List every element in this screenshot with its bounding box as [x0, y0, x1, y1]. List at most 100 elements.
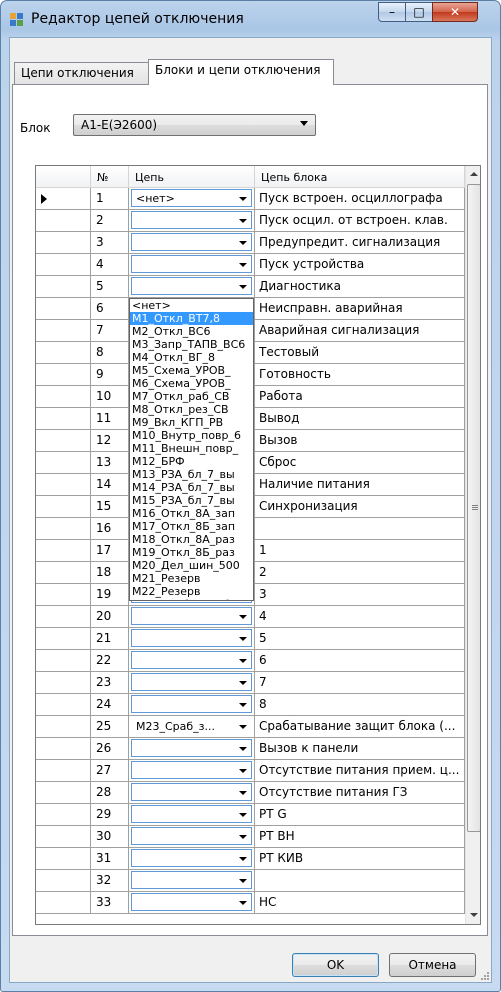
cell-block-chain[interactable]: Отсутствие питания прием. ц...: [255, 760, 465, 782]
chain-combobox[interactable]: [131, 607, 252, 625]
cell-block-chain[interactable]: PT КИВ: [255, 848, 465, 870]
dropdown-option[interactable]: M18_Откл_8А_раз: [130, 533, 253, 546]
row-header[interactable]: [36, 694, 91, 716]
dropdown-option[interactable]: M11_Внешн_повр_: [130, 442, 253, 455]
row-header[interactable]: [36, 364, 91, 386]
cell-chain[interactable]: [129, 694, 255, 716]
tab-blocks-and-chains[interactable]: Блоки и цепи отключения: [148, 59, 334, 85]
row-header[interactable]: [36, 254, 91, 276]
cell-block-chain[interactable]: 4: [255, 606, 465, 628]
chain-combobox[interactable]: [131, 849, 252, 867]
cell-chain[interactable]: [129, 628, 255, 650]
cell-number[interactable]: 19: [91, 584, 129, 606]
cell-number[interactable]: 18: [91, 562, 129, 584]
dropdown-option[interactable]: M5_Схема_УРОВ_: [130, 364, 253, 377]
dropdown-option[interactable]: M21_Резерв: [130, 572, 253, 585]
dropdown-option[interactable]: M3_Запр_ТАПВ_ВС6: [130, 338, 253, 351]
row-header[interactable]: [36, 584, 91, 606]
cell-chain[interactable]: [129, 232, 255, 254]
dropdown-option[interactable]: M14_РЗА_бл_7_вы: [130, 481, 253, 494]
dropdown-option[interactable]: M23_Сраб_защ_бл: [130, 598, 253, 600]
cell-block-chain[interactable]: Пуск устройства: [255, 254, 465, 276]
cell-block-chain[interactable]: Неисправн. аварийная: [255, 298, 465, 320]
cell-block-chain[interactable]: Вывод: [255, 408, 465, 430]
row-header[interactable]: [36, 782, 91, 804]
chain-combobox[interactable]: [131, 695, 252, 713]
cell-chain[interactable]: [129, 650, 255, 672]
cell-number[interactable]: 17: [91, 540, 129, 562]
row-header[interactable]: [36, 826, 91, 848]
cell-block-chain[interactable]: Пуск осцил. от встроен. клав.: [255, 210, 465, 232]
dropdown-option[interactable]: M16_Откл_8А_зап: [130, 507, 253, 520]
scroll-down-button[interactable]: [466, 906, 480, 923]
chain-combobox[interactable]: [131, 805, 252, 823]
row-header[interactable]: [36, 408, 91, 430]
dropdown-option[interactable]: M19_Откл_8Б_раз: [130, 546, 253, 559]
row-header[interactable]: [36, 276, 91, 298]
cell-number[interactable]: 9: [91, 364, 129, 386]
cell-block-chain[interactable]: 3: [255, 584, 465, 606]
cell-block-chain[interactable]: Готовность: [255, 364, 465, 386]
cell-block-chain[interactable]: 1: [255, 540, 465, 562]
cell-chain[interactable]: [129, 804, 255, 826]
cell-block-chain[interactable]: 5: [255, 628, 465, 650]
row-header[interactable]: [36, 870, 91, 892]
chains-grid[interactable]: № Цепь Цепь блока 1 <нет> Пуск встроен. ос…: [35, 165, 481, 925]
chain-combobox[interactable]: [131, 783, 252, 801]
tab-trip-chains[interactable]: Цепи отключения: [14, 62, 150, 84]
row-header[interactable]: [36, 320, 91, 342]
cell-chain[interactable]: [129, 848, 255, 870]
cell-number[interactable]: 6: [91, 298, 129, 320]
dropdown-option[interactable]: M9_Вкл_КГП_РВ: [130, 416, 253, 429]
chain-combobox[interactable]: [131, 673, 252, 691]
scroll-thumb[interactable]: [467, 184, 480, 832]
row-header[interactable]: [36, 716, 91, 738]
cell-number[interactable]: 1: [91, 188, 129, 210]
row-header[interactable]: [36, 452, 91, 474]
cell-block-chain[interactable]: PT G: [255, 804, 465, 826]
cell-number[interactable]: 10: [91, 386, 129, 408]
cell-number[interactable]: 4: [91, 254, 129, 276]
row-header[interactable]: [36, 342, 91, 364]
row-header[interactable]: [36, 496, 91, 518]
cell-chain[interactable]: [129, 254, 255, 276]
chain-combobox[interactable]: [131, 651, 252, 669]
cell-chain[interactable]: M23_Сраб_з...: [129, 716, 255, 738]
row-header[interactable]: [36, 628, 91, 650]
cell-block-chain[interactable]: PT BH: [255, 826, 465, 848]
chain-dropdown-list[interactable]: <нет> M1_Откл_ВТ7,8 M2_Откл_ВС6 M3_Запр_ТАП…: [129, 298, 254, 601]
dropdown-option[interactable]: M10_Внутр_повр_6: [130, 429, 253, 442]
row-header[interactable]: [36, 760, 91, 782]
cell-block-chain[interactable]: Вызов к панели: [255, 738, 465, 760]
cell-number[interactable]: 20: [91, 606, 129, 628]
dropdown-option[interactable]: M1_Откл_ВТ7,8: [130, 312, 253, 325]
dropdown-option[interactable]: M8_Откл_рез_СВ: [130, 403, 253, 416]
row-header[interactable]: [36, 606, 91, 628]
cell-chain[interactable]: [129, 826, 255, 848]
row-header[interactable]: [36, 232, 91, 254]
cell-block-chain[interactable]: [255, 518, 465, 540]
row-header[interactable]: [36, 474, 91, 496]
dropdown-option[interactable]: M2_Откл_ВС6: [130, 325, 253, 338]
cell-chain[interactable]: [129, 782, 255, 804]
cell-block-chain[interactable]: [255, 870, 465, 892]
row-header[interactable]: [36, 188, 91, 210]
cell-number[interactable]: 21: [91, 628, 129, 650]
chain-combobox[interactable]: [131, 233, 252, 251]
chain-combobox[interactable]: [131, 739, 252, 757]
cell-chain[interactable]: [129, 276, 255, 298]
cell-number[interactable]: 2: [91, 210, 129, 232]
cell-chain[interactable]: [129, 870, 255, 892]
row-header[interactable]: [36, 210, 91, 232]
cell-number[interactable]: 32: [91, 870, 129, 892]
cell-block-chain[interactable]: Работа: [255, 386, 465, 408]
cell-chain[interactable]: [129, 210, 255, 232]
dropdown-option[interactable]: M22_Резерв: [130, 585, 253, 598]
cell-number[interactable]: 31: [91, 848, 129, 870]
title-bar[interactable]: Редактор цепей отключения – □ ✕: [1, 1, 500, 37]
row-header[interactable]: [36, 540, 91, 562]
cell-chain[interactable]: [129, 892, 255, 914]
cell-number[interactable]: 12: [91, 430, 129, 452]
cell-chain[interactable]: <нет>: [129, 188, 255, 210]
row-header[interactable]: [36, 738, 91, 760]
